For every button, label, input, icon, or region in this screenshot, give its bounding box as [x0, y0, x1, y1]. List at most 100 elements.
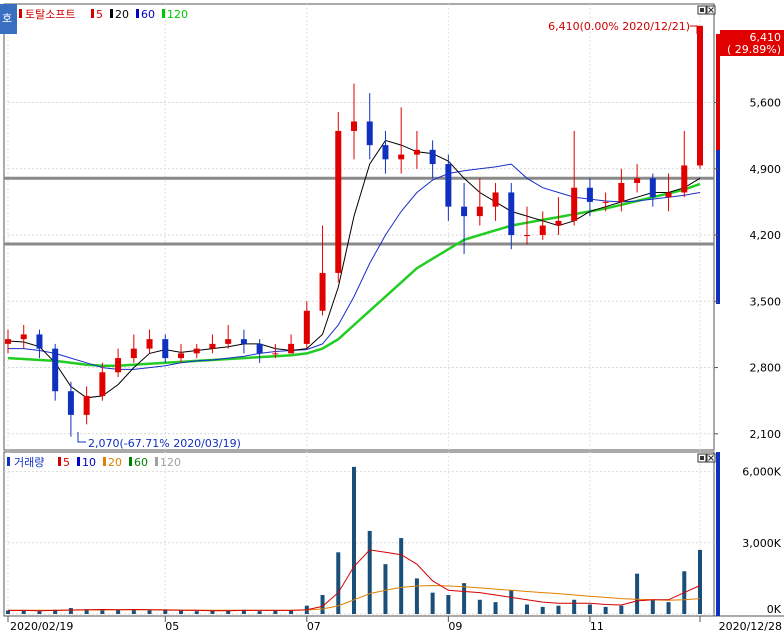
volume-bar: [635, 573, 640, 614]
candle-body: [492, 192, 499, 207]
legend-label: 60: [134, 456, 148, 469]
high-annotation: 6,410(0.00% 2020/12/21): [548, 20, 690, 33]
candle-body: [256, 343, 263, 354]
candle-body: [429, 149, 436, 165]
x-tick-label: 2020/12/28: [719, 620, 782, 633]
candle-body: [5, 339, 11, 344]
legend-swatch: [136, 9, 139, 18]
volume-bar: [352, 466, 356, 614]
volume-bar: [650, 599, 655, 614]
legend-swatch: [110, 9, 113, 18]
candle-body: [99, 372, 106, 396]
candle-body: [461, 206, 468, 217]
volume-bar: [493, 602, 498, 614]
candle-body: [366, 121, 373, 146]
candle-body: [571, 187, 578, 221]
volume-bar: [603, 606, 608, 614]
volume-bar: [477, 599, 482, 614]
volume-bar: [383, 564, 388, 614]
volume-tick-label: 6,000K: [742, 466, 781, 479]
volume-range-bar: [716, 452, 720, 616]
volume-bar: [21, 610, 26, 614]
volume-bar: [147, 610, 152, 614]
candle-body: [634, 178, 641, 183]
legend-label: 20: [115, 8, 129, 21]
volume-bar: [509, 590, 514, 614]
volume-bar: [68, 608, 73, 614]
candle-body: [398, 154, 405, 160]
volume-bar: [6, 610, 10, 614]
candle-body: [225, 339, 232, 344]
candle-body: [52, 348, 59, 392]
price-tick-label: 4,200: [750, 229, 782, 242]
volume-close-icon[interactable]: [706, 453, 716, 463]
volume-bar: [194, 611, 199, 614]
candle-body: [555, 220, 562, 226]
stock-name: 토탈소프트: [25, 8, 76, 21]
candle-body: [445, 164, 452, 207]
stock-chart: 6,410 ( 29.89%) 5,6004,9004,2003,5002,80…: [0, 3, 784, 633]
price-y-ticks: 5,600 4,900 4,200 3,500 2,800 2,100: [714, 97, 781, 441]
legend-swatch: [103, 457, 106, 466]
candle-body: [665, 192, 672, 198]
candle-body: [272, 353, 279, 355]
legend-swatch: [91, 9, 94, 18]
legend-label: 5: [63, 456, 70, 469]
price-tick-label: 2,100: [750, 428, 782, 441]
candle-body: [319, 272, 326, 311]
current-change: ( 29.89%): [727, 43, 781, 56]
legend-label: 60: [141, 8, 155, 21]
candle-body: [602, 201, 609, 203]
candle-body: [130, 348, 137, 359]
volume-bar: [100, 610, 105, 614]
volume-bar: [698, 549, 702, 614]
x-tick-label: 11: [590, 620, 604, 633]
candle-body: [413, 149, 420, 155]
volume-bar: [257, 611, 262, 614]
price-panel-frame: [3, 3, 715, 451]
legend-label: 10: [82, 456, 96, 469]
price-legend-marker: [19, 9, 22, 18]
candle-body: [240, 339, 247, 344]
side-tab-label: 호: [2, 12, 12, 25]
volume-bar: [179, 610, 183, 614]
volume-bar: [587, 604, 592, 614]
x-axis-ticks: 2020/02/19 05 07 09 11 2020/12/28: [7, 616, 782, 633]
volume-bar: [399, 538, 404, 614]
volume-bar: [430, 592, 435, 614]
x-tick-label: 07: [307, 620, 321, 633]
candle-body: [697, 25, 703, 166]
candle-body: [382, 145, 389, 160]
legend-label: 20: [108, 456, 122, 469]
volume-bar: [210, 610, 215, 614]
candle-body: [524, 235, 530, 237]
candle-body: [303, 310, 310, 344]
candle-body: [146, 339, 153, 349]
volume-bar: [540, 606, 545, 614]
x-tick-label: 05: [165, 620, 179, 633]
legend-swatch: [155, 457, 158, 466]
volume-maximize-icon[interactable]: [697, 453, 707, 463]
candle-body: [115, 358, 122, 373]
volume-bar: [367, 530, 372, 614]
candle-body: [476, 206, 483, 217]
price-tick-label: 5,600: [750, 97, 782, 110]
candle-body: [36, 334, 43, 349]
candle-body: [508, 192, 515, 236]
price-tick-label: 3,500: [750, 295, 782, 308]
candle-body: [539, 225, 546, 236]
price-close-icon[interactable]: [706, 5, 716, 15]
x-tick-label: 09: [448, 620, 462, 633]
volume-y-ticks: 6,000K 3,000K 0K: [742, 466, 781, 616]
legend-label: 120: [160, 456, 181, 469]
price-maximize-icon[interactable]: [697, 5, 707, 15]
volume-bar: [37, 611, 42, 614]
volume-bar: [446, 595, 451, 614]
x-tick-label: 2020/02/19: [10, 620, 73, 633]
volume-bar: [462, 583, 467, 614]
volume-bar: [525, 604, 529, 614]
volume-tick-label: 3,000K: [742, 537, 781, 550]
legend-label: 120: [167, 8, 188, 21]
volume-bar: [273, 610, 278, 614]
volume-title: 거래량: [14, 456, 44, 469]
